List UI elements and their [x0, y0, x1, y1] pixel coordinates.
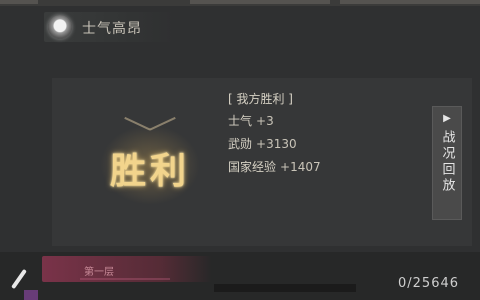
top-strip-segment [0, 0, 38, 4]
top-strip-segment [190, 0, 330, 4]
progress-bar [214, 284, 356, 292]
stat-merit: 武勋 +3130 [228, 135, 297, 152]
battle-replay-button[interactable]: ▶ 战况回放 [432, 106, 462, 220]
stat-value: +3 [256, 114, 274, 128]
progress-counter: 0/25646 [398, 276, 460, 291]
notification-dot [24, 290, 38, 300]
victory-emblem: 胜利 [90, 116, 210, 210]
morale-label: 士气高昂 [82, 21, 142, 37]
stat-value: +1407 [280, 160, 321, 174]
stat-morale: 士气 +3 [228, 112, 274, 129]
stat-label: 武勋 [228, 137, 253, 151]
quill-icon[interactable] [8, 268, 30, 290]
victory-text: 胜利 [109, 150, 190, 192]
quill-blade [11, 268, 27, 290]
stat-value: +3130 [256, 137, 297, 151]
stat-label: 国家经验 [228, 160, 277, 174]
stat-nation-exp: 国家经验 +1407 [228, 158, 321, 175]
top-strip-segment [340, 0, 480, 4]
morale-badge-icon [48, 15, 72, 39]
stat-label: 士气 [228, 114, 253, 128]
top-strip [0, 0, 480, 6]
chat-message-underline [80, 278, 170, 280]
battle-replay-label: 战况回放 [439, 130, 455, 194]
play-icon: ▶ [443, 113, 451, 124]
result-title: [ 我方胜利 ] [228, 92, 293, 106]
chat-message-text: 第一层 [84, 267, 114, 278]
